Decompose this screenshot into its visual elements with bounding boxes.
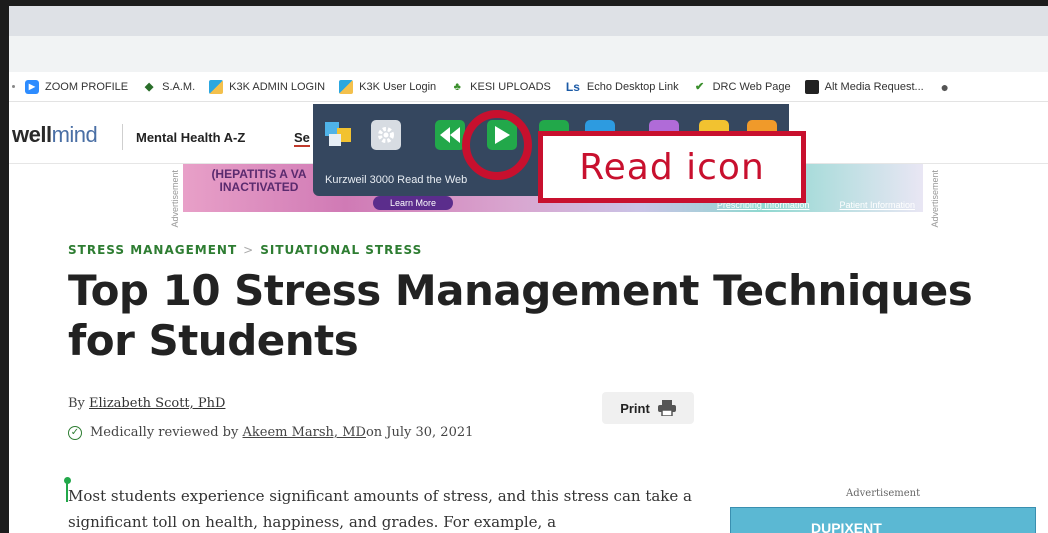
- ad-learn-more-button[interactable]: Learn More: [373, 196, 453, 210]
- header-divider: [122, 124, 123, 150]
- alt-media-icon: [804, 79, 819, 94]
- globe-icon: ●: [940, 78, 949, 95]
- bookmark-sam[interactable]: ◆ S.A.M.: [142, 80, 195, 94]
- browser-window: ▶ ZOOM PROFILE ◆ S.A.M. K3K ADMIN LOGIN …: [0, 0, 1048, 533]
- bookmark-echo-desktop[interactable]: Ls Echo Desktop Link: [565, 80, 679, 94]
- right-ad-label: Advertisement: [846, 488, 921, 499]
- author-link[interactable]: Elizabeth Scott, PhD: [89, 396, 225, 411]
- browser-titlebar: [0, 6, 1048, 36]
- bookmark-label: Echo Desktop Link: [586, 80, 679, 93]
- right-ad-box[interactable]: DUPIXENT: [730, 507, 1036, 533]
- breadcrumb-stress-management[interactable]: STRESS MANAGEMENT: [68, 243, 237, 257]
- nav-mental-health-az[interactable]: Mental Health A-Z: [136, 130, 245, 145]
- reviewed-prefix: Medically reviewed by: [90, 425, 239, 440]
- bookmark-label: Alt Media Request...: [824, 80, 924, 93]
- ad-patient-link[interactable]: Patient Information: [839, 200, 915, 210]
- print-button[interactable]: Print: [602, 392, 694, 424]
- ad-headline: (HEPATITIS A VA INACTIVATED: [211, 167, 307, 194]
- callout-label-box: Read icon: [538, 131, 806, 203]
- k3k-icon: [339, 79, 354, 94]
- byline: By Elizabeth Scott, PhD: [68, 396, 225, 411]
- bookmark-k3k-admin[interactable]: K3K ADMIN LOGIN: [209, 79, 326, 94]
- window-top-edge: [0, 0, 1048, 6]
- callout-highlight-ring: [462, 110, 532, 180]
- browser-address-bar[interactable]: [0, 36, 1048, 72]
- breadcrumb-separator: >: [243, 243, 255, 257]
- print-label: Print: [620, 400, 650, 416]
- medical-review-line: ✓ Medically reviewed by Akeem Marsh, MD …: [68, 425, 473, 440]
- kesi-icon: ♣: [453, 80, 461, 93]
- bookmark-label: KESI UPLOADS: [470, 80, 551, 93]
- bookmark-label: K3K ADMIN LOGIN: [229, 80, 326, 93]
- breadcrumb-situational-stress[interactable]: SITUATIONAL STRESS: [260, 243, 422, 257]
- drc-icon: ✔: [694, 81, 705, 93]
- bookmark-alt-media[interactable]: Alt Media Request...: [804, 79, 924, 94]
- bookmark-label: S.A.M.: [162, 80, 196, 93]
- reviewed-date: on July 30, 2021: [365, 425, 474, 440]
- k3k-icon: [209, 79, 224, 94]
- bookmarks-bar: ▶ ZOOM PROFILE ◆ S.A.M. K3K ADMIN LOGIN …: [0, 72, 1048, 102]
- bookmark-label: K3K User Login: [359, 80, 437, 93]
- reviewer-link[interactable]: Akeem Marsh, MD: [243, 425, 366, 440]
- verified-check-icon: ✓: [68, 425, 82, 440]
- nav-item-partial[interactable]: Se: [294, 130, 310, 147]
- zoom-icon: ▶: [25, 79, 39, 94]
- bookmark-globe[interactable]: ●: [938, 78, 958, 95]
- printer-icon: [657, 400, 676, 416]
- settings-gear-icon[interactable]: [371, 120, 401, 150]
- right-ad-brand: DUPIXENT: [811, 520, 882, 533]
- sam-icon: ◆: [144, 81, 154, 93]
- ad-side-label-left: Advertisement: [170, 170, 180, 228]
- breadcrumb: STRESS MANAGEMENT > SITUATIONAL STRESS: [68, 243, 422, 257]
- article-body-paragraph: Most students experience significant amo…: [68, 487, 692, 531]
- bookmark-drc-web-page[interactable]: ✔ DRC Web Page: [693, 80, 791, 94]
- site-logo[interactable]: wellmind: [12, 122, 98, 148]
- bookmark-k3k-user[interactable]: K3K User Login: [339, 79, 437, 94]
- logo-bold-text: well: [12, 122, 52, 147]
- ls-icon: Ls: [565, 79, 580, 94]
- byline-prefix: By: [68, 396, 90, 411]
- kurzweil-caption: Kurzweil 3000 Read the Web: [325, 174, 468, 186]
- kurzweil-logo-icon[interactable]: [323, 120, 353, 150]
- callout-label: Read icon: [579, 146, 765, 188]
- article-title: Top 10 Stress Management Techniques for …: [68, 266, 973, 365]
- bookmark-label: DRC Web Page: [712, 80, 791, 93]
- bookmark-overflow-dot: [12, 85, 15, 88]
- bookmark-label: ZOOM PROFILE: [45, 80, 129, 93]
- bookmark-kesi-uploads[interactable]: ♣ KESI UPLOADS: [450, 80, 551, 94]
- bookmark-zoom-profile[interactable]: ▶ ZOOM PROFILE: [25, 79, 129, 94]
- ad-side-label-right: Advertisement: [930, 170, 940, 228]
- rewind-icon[interactable]: [435, 120, 465, 150]
- window-left-edge: [0, 0, 9, 533]
- logo-light-text: mind: [51, 122, 98, 147]
